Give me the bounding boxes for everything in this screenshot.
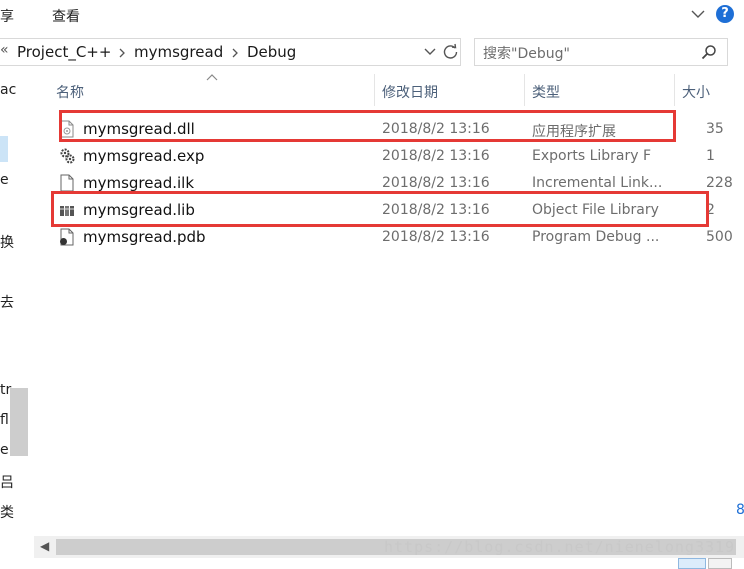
navigation-pane: ac e 换 去 tr fl e 吕 类 xyxy=(0,66,30,536)
file-size: 1 xyxy=(706,148,715,164)
nav-item[interactable]: 吕 xyxy=(0,472,14,492)
breadcrumb-debug[interactable]: Debug xyxy=(247,43,296,61)
ribbon: 享 查看 ? xyxy=(0,0,744,32)
nav-item[interactable]: e xyxy=(0,172,9,188)
address-bar[interactable]: « Project_C++ mymsgread Debug xyxy=(0,38,461,66)
file-name[interactable]: mymsgread.pdb xyxy=(83,228,206,246)
address-history-dropdown-icon[interactable] xyxy=(424,48,436,56)
refresh-icon[interactable] xyxy=(442,43,459,60)
nav-item[interactable]: fl xyxy=(0,412,9,428)
tab-share[interactable]: 享 xyxy=(0,6,14,26)
nav-scrollbar-thumb[interactable] xyxy=(10,388,28,456)
file-size: 500 xyxy=(706,229,733,245)
sort-ascending-icon xyxy=(206,74,218,81)
right-edge-fragment: 8 xyxy=(736,502,744,518)
file-name[interactable]: mymsgread.ilk xyxy=(83,174,194,192)
nav-item[interactable]: 类 xyxy=(0,502,14,522)
details-view-button[interactable] xyxy=(678,558,706,569)
search-icon[interactable] xyxy=(701,44,717,60)
column-header-type[interactable]: 类型 xyxy=(532,82,560,102)
nav-item[interactable]: ac xyxy=(0,82,16,98)
file-date: 2018/8/2 13:16 xyxy=(382,229,490,245)
highlight-box-dll xyxy=(59,110,676,142)
file-size: 35 xyxy=(706,121,724,137)
column-divider[interactable] xyxy=(374,74,375,106)
breadcrumb-separator-icon[interactable] xyxy=(118,48,126,58)
highlight-box-lib xyxy=(51,191,709,227)
file-row[interactable]: mymsgread.pdb 2018/8/2 13:16 Program Deb… xyxy=(56,224,744,251)
file-size: 228 xyxy=(706,175,733,191)
column-divider[interactable] xyxy=(524,74,525,106)
breadcrumb-mymsgread[interactable]: mymsgread xyxy=(134,43,223,61)
watermark: https://blog.csdn.net/nienelong3319 xyxy=(384,538,736,556)
exp-gear-file-icon xyxy=(60,148,75,164)
nav-item[interactable]: 换 xyxy=(0,232,14,252)
file-type: Program Debug ... xyxy=(532,229,660,245)
column-divider[interactable] xyxy=(674,74,675,106)
scroll-left-arrow-icon[interactable]: ◀ xyxy=(40,539,49,553)
help-icon[interactable]: ? xyxy=(716,5,734,23)
ribbon-collapse-chevron-icon[interactable] xyxy=(690,6,706,22)
file-type: Incremental Link... xyxy=(532,175,663,191)
file-date: 2018/8/2 13:16 xyxy=(382,175,490,191)
ilk-file-icon xyxy=(60,174,74,192)
search-placeholder: 搜索"Debug" xyxy=(483,46,570,62)
pdb-file-icon xyxy=(60,228,74,246)
file-type: Exports Library F xyxy=(532,148,652,164)
right-pane-edge: 8 xyxy=(736,32,744,536)
nav-item[interactable]: 去 xyxy=(0,292,14,312)
breadcrumb-project[interactable]: Project_C++ xyxy=(17,43,111,61)
column-header-size[interactable]: 大小 xyxy=(682,82,710,102)
search-input[interactable]: 搜索"Debug" xyxy=(474,38,728,66)
file-date: 2018/8/2 13:16 xyxy=(382,148,490,164)
nav-item[interactable]: e xyxy=(0,442,9,458)
column-header-date[interactable]: 修改日期 xyxy=(382,82,438,102)
file-name[interactable]: mymsgread.exp xyxy=(83,147,204,165)
breadcrumb-separator-icon[interactable] xyxy=(231,48,239,58)
nav-selected-item[interactable] xyxy=(0,136,8,162)
large-icons-view-button[interactable] xyxy=(708,558,732,569)
breadcrumb-overflow-icon[interactable]: « xyxy=(0,42,9,58)
file-row[interactable]: mymsgread.exp 2018/8/2 13:16 Exports Lib… xyxy=(56,143,744,170)
tab-view[interactable]: 查看 xyxy=(52,6,80,26)
column-header-name[interactable]: 名称 xyxy=(56,82,84,102)
